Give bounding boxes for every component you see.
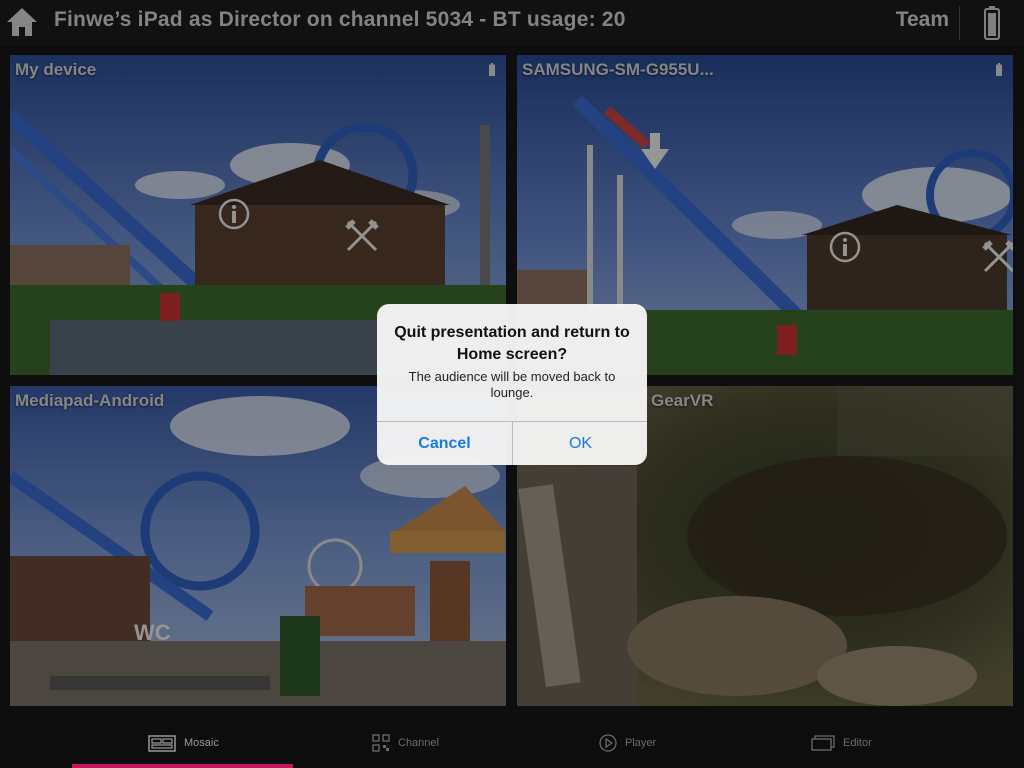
tab-editor[interactable]: Editor [768,717,1024,768]
tab-channel[interactable]: Channel [256,717,512,768]
tab-label: Mosaic [184,737,219,749]
tab-mosaic[interactable]: Mosaic [0,717,256,768]
ok-button[interactable]: OK [513,422,647,465]
tab-player[interactable]: Player [512,717,768,768]
cancel-button[interactable]: Cancel [377,422,512,465]
tab-label: Channel [398,737,439,749]
active-tab-indicator [72,764,293,768]
mosaic-icon [148,734,176,752]
editor-icon [811,735,835,751]
play-icon [599,734,617,752]
tab-label: Editor [843,737,872,749]
dialog-title: Quit presentation and return to Home scr… [394,324,630,363]
tab-label: Player [625,737,657,749]
qr-code-icon [372,734,390,752]
bottom-tab-bar: Mosaic Channel Player Editor [0,717,1024,768]
quit-presentation-dialog: Quit presentation and return to Home scr… [377,304,647,465]
dialog-message: The audience will be moved back to loung… [408,369,616,400]
